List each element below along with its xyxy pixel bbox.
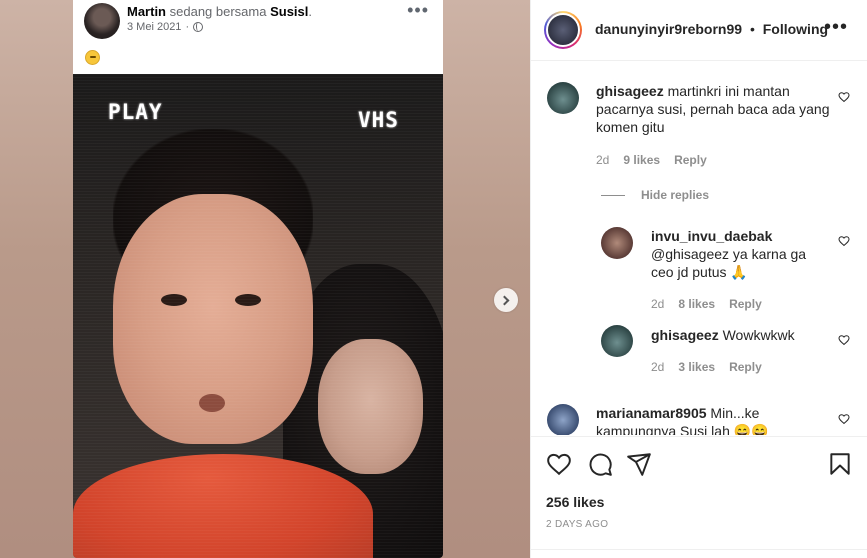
like-heart-icon[interactable] [546,451,572,477]
author-line: danunyinyir9reborn99 • Following [595,21,828,37]
facebook-more-icon: ••• [407,0,429,20]
reply-username[interactable]: invu_invu_daebak [651,228,772,244]
chevron-right-icon [499,295,510,305]
add-comment-divider [531,549,867,550]
heart-icon[interactable] [838,235,850,247]
reply-body: ghisageez Wowkwkwk [651,326,831,344]
reply-meta: 2d 3 likes Reply [651,360,776,374]
author-username[interactable]: danunyinyir9reborn99 [595,21,742,37]
commenter-avatar[interactable] [547,404,579,435]
comment-body: ghisageez martinkri ini mantan pacarnya … [596,82,831,136]
reply-body: invu_invu_daebak @ghisageez ya karna ga … [651,227,831,281]
facebook-meta-dot: · [185,21,190,33]
facebook-author-name: Martin [127,4,166,19]
bookmark-icon[interactable] [827,451,853,477]
heart-icon[interactable] [838,413,850,425]
following-button[interactable]: Following [763,21,828,37]
reply-text: @ghisageez ya karna ga ceo jd putus 🙏 [651,246,807,280]
next-slide-button[interactable] [494,288,518,312]
thinking-emoji-icon [85,50,100,65]
reply-button[interactable]: Reply [674,153,707,167]
post-header: danunyinyir9reborn99 • Following ••• [531,0,867,61]
post-actions: 256 likes 2 DAYS AGO [531,436,867,558]
post-side-panel: danunyinyir9reborn99 • Following ••• ghi… [530,0,867,558]
facebook-post-date: 3 Mei 2021 [127,21,182,33]
reply-age: 2d [651,297,665,311]
vhs-noise-overlay [73,74,443,558]
comment-icon[interactable] [587,451,613,477]
more-options-icon[interactable]: ••• [824,16,848,39]
comments-list: ghisageez martinkri ini mantan pacarnya … [531,62,867,435]
facebook-tagged-name: Susisl [270,4,309,19]
reply-likes[interactable]: 3 likes [678,360,715,374]
post-media: Martin sedang bersama Susisl. 3 Mei 2021… [0,0,530,558]
reply-likes[interactable]: 8 likes [678,297,715,311]
reply-meta: 2d 8 likes Reply [651,297,776,311]
facebook-author-avatar [84,3,120,39]
reply-username[interactable]: ghisageez [651,327,719,343]
reply-age: 2d [651,360,665,374]
vhs-play-label: PLAY [108,100,163,124]
likes-count[interactable]: 256 likes [546,494,604,510]
reply-button[interactable]: Reply [729,297,762,311]
heart-icon[interactable] [838,91,850,103]
facebook-with-text: sedang bersama [169,4,267,19]
reply-button[interactable]: Reply [729,360,762,374]
replier-avatar[interactable] [601,227,633,259]
hide-replies-button[interactable]: Hide replies [601,188,709,202]
facebook-post-screenshot: Martin sedang bersama Susisl. 3 Mei 2021… [73,0,443,558]
header-separator: • [749,21,755,37]
author-avatar[interactable] [544,11,582,49]
comment-username[interactable]: ghisageez [596,83,664,99]
comment-likes[interactable]: 9 likes [623,153,660,167]
facebook-post-header: Martin sedang bersama Susisl. [127,4,312,19]
post-photo: PLAY VHS [73,74,443,558]
reply-text: Wowkwkwk [722,327,795,343]
comment-username[interactable]: marianamar8905 [596,405,707,421]
comment-age: 2d [596,153,610,167]
post-timestamp: 2 DAYS AGO [546,519,609,530]
hide-replies-label: Hide replies [641,188,710,202]
share-send-icon[interactable] [626,451,652,477]
facebook-post-meta: 3 Mei 2021 · [127,21,204,33]
commenter-avatar[interactable] [547,82,579,114]
vhs-label: VHS [358,108,399,132]
globe-icon [193,22,204,32]
replier-avatar[interactable] [601,325,633,357]
comment-meta: 2d 9 likes Reply [596,153,721,167]
author-avatar-image [546,13,580,47]
facebook-tag-period: . [308,4,313,19]
comment-body: marianamar8905 Min...ke kampungnya Susi … [596,404,831,435]
heart-icon[interactable] [838,334,850,346]
